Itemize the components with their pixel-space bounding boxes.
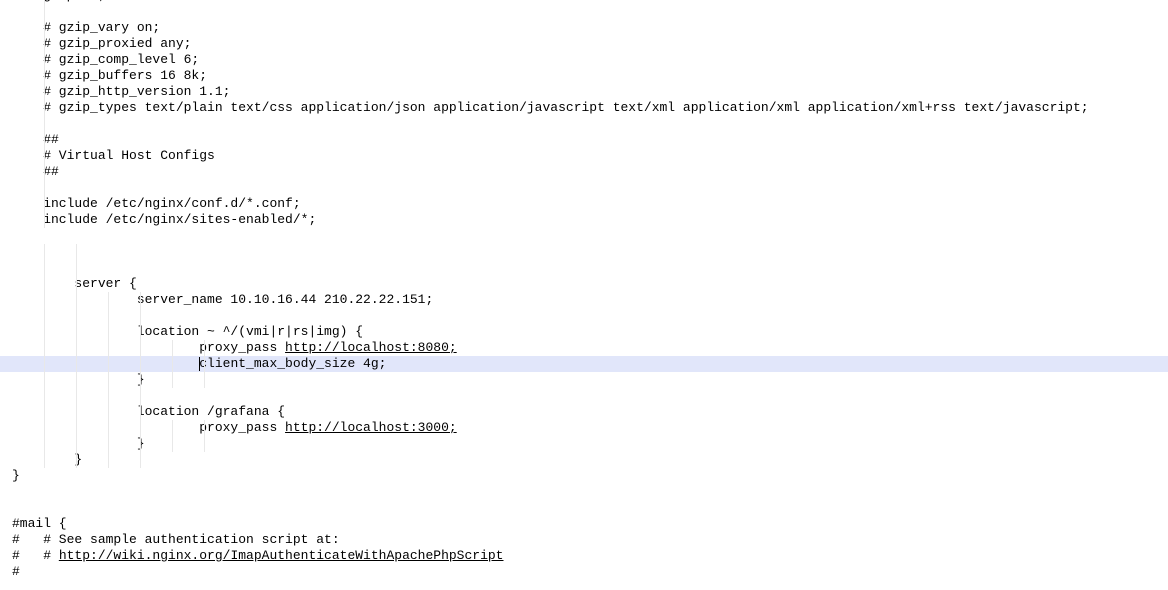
code-line[interactable]: # Virtual Host Configs (0, 148, 1168, 164)
code-line[interactable]: include /etc/nginx/conf.d/*.conf; (0, 196, 1168, 212)
code-line[interactable]: server_name 10.10.16.44 210.22.22.151; (0, 292, 1168, 308)
code-text: # # See sample authentication script at: (12, 532, 340, 547)
code-text: proxy_pass http://localhost:3000; (12, 420, 457, 435)
code-text: } (12, 468, 20, 483)
code-text: } (12, 372, 145, 387)
code-text: ## (12, 164, 59, 179)
code-line[interactable] (0, 180, 1168, 196)
code-text: # gzip_comp_level 6; (12, 52, 199, 67)
code-line[interactable]: } (0, 436, 1168, 452)
code-editor[interactable]: gzip on; # gzip_vary on; # gzip_proxied … (0, 0, 1168, 580)
code-text: # gzip_types text/plain text/css applica… (12, 100, 1089, 115)
code-line[interactable]: # gzip_http_version 1.1; (0, 84, 1168, 100)
code-text: include /etc/nginx/sites-enabled/*; (12, 212, 316, 227)
code-line[interactable]: include /etc/nginx/sites-enabled/*; (0, 212, 1168, 228)
code-line[interactable]: # gzip_buffers 16 8k; (0, 68, 1168, 84)
code-line[interactable]: #mail { (0, 516, 1168, 532)
code-text: # (12, 564, 20, 579)
code-line[interactable]: client_max_body_size 4g; (0, 356, 1168, 372)
code-line[interactable]: } (0, 468, 1168, 484)
code-line[interactable]: server { (0, 276, 1168, 292)
code-line[interactable]: location /grafana { (0, 404, 1168, 420)
code-line[interactable] (0, 116, 1168, 132)
code-text: # gzip_buffers 16 8k; (12, 68, 207, 83)
code-line[interactable] (0, 388, 1168, 404)
code-text: } (12, 452, 82, 467)
code-line[interactable] (0, 308, 1168, 324)
code-line[interactable] (0, 500, 1168, 516)
code-text: location /grafana { (12, 404, 285, 419)
code-text: include /etc/nginx/conf.d/*.conf; (12, 196, 301, 211)
code-text: # Virtual Host Configs (12, 148, 215, 163)
code-text: server { (12, 276, 137, 291)
text-cursor (199, 357, 200, 371)
code-line[interactable]: ## (0, 164, 1168, 180)
code-text: client_max_body_size 4g; (12, 356, 386, 371)
url-link[interactable]: http://wiki.nginx.org/ImapAuthenticateWi… (59, 548, 504, 563)
code-text: ## (12, 132, 59, 147)
code-line[interactable]: proxy_pass http://localhost:3000; (0, 420, 1168, 436)
url-link[interactable]: http://localhost:3000; (285, 420, 457, 435)
code-line[interactable]: proxy_pass http://localhost:8080; (0, 340, 1168, 356)
code-line[interactable]: } (0, 452, 1168, 468)
code-line[interactable]: # # http://wiki.nginx.org/ImapAuthentica… (0, 548, 1168, 564)
code-line[interactable]: # gzip_types text/plain text/css applica… (0, 100, 1168, 116)
code-line[interactable] (0, 228, 1168, 244)
code-text: # gzip_proxied any; (12, 36, 191, 51)
code-line[interactable]: } (0, 372, 1168, 388)
code-text: # # http://wiki.nginx.org/ImapAuthentica… (12, 548, 504, 563)
code-line[interactable] (0, 484, 1168, 500)
code-text: #mail { (12, 516, 67, 531)
code-line[interactable] (0, 4, 1168, 20)
code-line[interactable]: # # See sample authentication script at: (0, 532, 1168, 548)
code-line[interactable]: ## (0, 132, 1168, 148)
code-line[interactable]: # gzip_vary on; (0, 20, 1168, 36)
code-text: location ~ ^/(vmi|r|rs|img) { (12, 324, 363, 339)
code-line[interactable] (0, 244, 1168, 260)
code-text: gzip on; (12, 0, 106, 3)
code-line[interactable]: location ~ ^/(vmi|r|rs|img) { (0, 324, 1168, 340)
code-text: # gzip_vary on; (12, 20, 160, 35)
code-text: } (12, 436, 145, 451)
code-text: server_name 10.10.16.44 210.22.22.151; (12, 292, 433, 307)
code-text: # gzip_http_version 1.1; (12, 84, 230, 99)
url-link[interactable]: http://localhost:8080; (285, 340, 457, 355)
code-line[interactable]: # (0, 564, 1168, 580)
code-line[interactable]: # gzip_proxied any; (0, 36, 1168, 52)
code-text: proxy_pass http://localhost:8080; (12, 340, 457, 355)
code-line[interactable]: # gzip_comp_level 6; (0, 52, 1168, 68)
code-line[interactable] (0, 260, 1168, 276)
